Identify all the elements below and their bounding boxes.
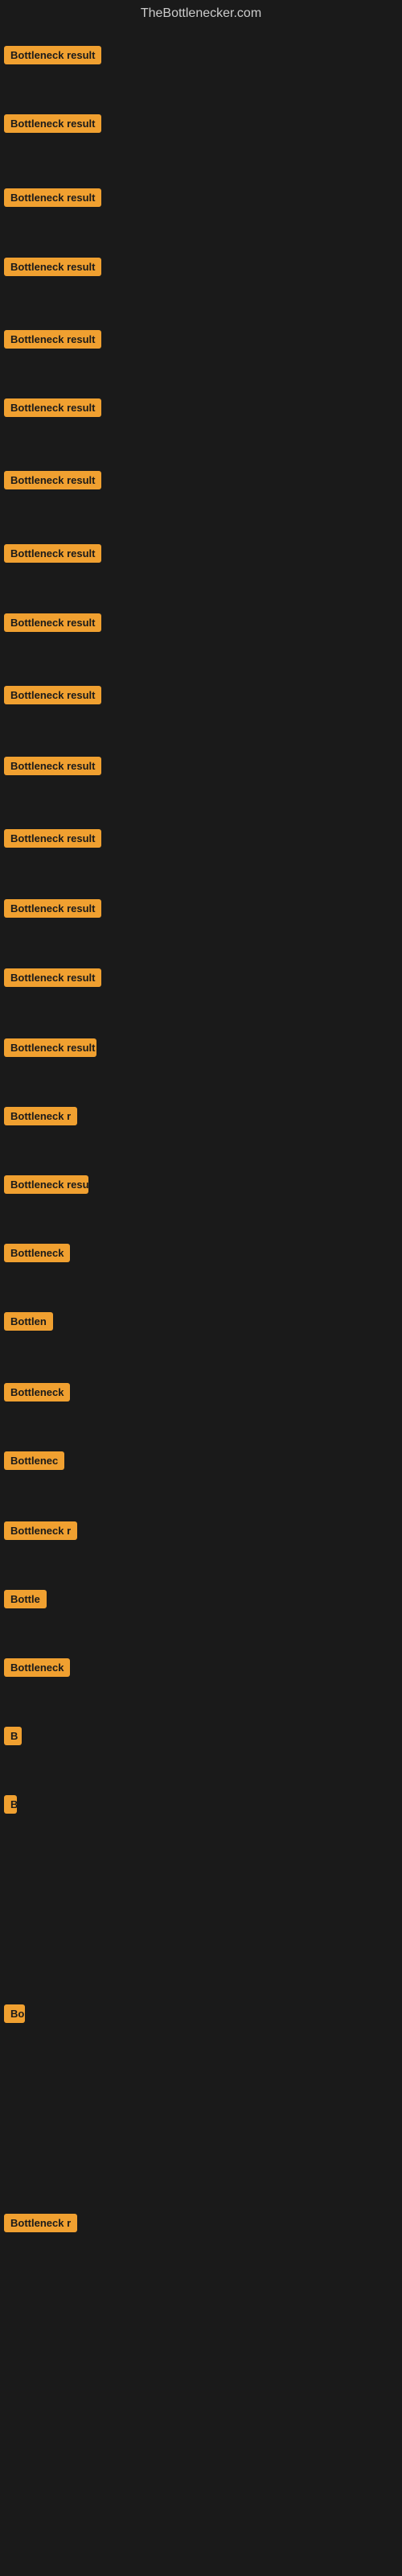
bottleneck-item: Bottleneck result	[4, 46, 101, 68]
bottleneck-item: Bottleneck result	[4, 188, 101, 211]
bottleneck-badge: Bottlen	[4, 1312, 53, 1331]
bottleneck-badge: Bottleneck result	[4, 471, 101, 489]
bottleneck-badge: Bottleneck	[4, 1244, 70, 1262]
site-title: TheBottlenecker.com	[0, 0, 402, 27]
bottleneck-badge: Bottleneck r	[4, 2214, 77, 2232]
bottleneck-badge: Bottleneck r	[4, 1107, 77, 1125]
bottleneck-item: Bottleneck result	[4, 829, 101, 852]
bottleneck-item: Bottle	[4, 1590, 47, 1612]
bottleneck-item: Bottleneck	[4, 1383, 70, 1406]
bottleneck-badge: Bottleneck result	[4, 757, 101, 775]
bottleneck-item: Bo	[4, 2004, 25, 2027]
bottleneck-badge: Bottleneck	[4, 1658, 70, 1677]
bottleneck-badge: Bottleneck resu	[4, 1175, 88, 1194]
bottleneck-badge: Bottleneck result	[4, 968, 101, 987]
bottleneck-badge: Bottleneck r	[4, 1521, 77, 1540]
bottleneck-item: Bottleneck r	[4, 1107, 77, 1129]
bottleneck-item: Bottleneck result	[4, 613, 101, 636]
bottleneck-item: B	[4, 1727, 22, 1749]
bottleneck-badge: Bottlenec	[4, 1451, 64, 1470]
bottleneck-badge: B	[4, 1795, 17, 1814]
bottleneck-item: Bottleneck	[4, 1244, 70, 1266]
bottleneck-item: B	[4, 1795, 17, 1818]
bottleneck-item: Bottleneck result	[4, 686, 101, 708]
bottleneck-badge: Bottleneck result	[4, 613, 101, 632]
bottleneck-badge: Bottleneck result	[4, 686, 101, 704]
bottleneck-item: Bottleneck resu	[4, 1175, 88, 1198]
bottleneck-badge: Bottleneck result	[4, 829, 101, 848]
bottleneck-badge: Bottleneck result	[4, 1038, 96, 1057]
bottleneck-item: Bottleneck result	[4, 398, 101, 421]
bottleneck-badge: Bottle	[4, 1590, 47, 1608]
bottleneck-item: Bottleneck result	[4, 968, 101, 991]
bottleneck-badge: Bo	[4, 2004, 25, 2023]
bottleneck-item: Bottleneck result	[4, 330, 101, 353]
bottleneck-item: Bottleneck result	[4, 1038, 96, 1061]
bottleneck-badge: Bottleneck result	[4, 114, 101, 133]
bottleneck-item: Bottlen	[4, 1312, 53, 1335]
bottleneck-item: Bottlenec	[4, 1451, 64, 1474]
bottleneck-badge: Bottleneck result	[4, 188, 101, 207]
bottleneck-badge: Bottleneck	[4, 1383, 70, 1402]
bottleneck-item: Bottleneck result	[4, 899, 101, 922]
bottleneck-badge: Bottleneck result	[4, 398, 101, 417]
bottleneck-badge: Bottleneck result	[4, 46, 101, 64]
bottleneck-item: Bottleneck r	[4, 2214, 77, 2236]
bottleneck-badge: Bottleneck result	[4, 899, 101, 918]
bottleneck-item: Bottleneck result	[4, 544, 101, 567]
bottleneck-item: Bottleneck r	[4, 1521, 77, 1544]
bottleneck-item: Bottleneck result	[4, 471, 101, 493]
bottleneck-badge: Bottleneck result	[4, 330, 101, 349]
bottleneck-badge: B	[4, 1727, 22, 1745]
bottleneck-badge: Bottleneck result	[4, 258, 101, 276]
bottleneck-item: Bottleneck result	[4, 757, 101, 779]
bottleneck-item: Bottleneck result	[4, 114, 101, 137]
bottleneck-badge: Bottleneck result	[4, 544, 101, 563]
bottleneck-item: Bottleneck result	[4, 258, 101, 280]
bottleneck-item: Bottleneck	[4, 1658, 70, 1681]
